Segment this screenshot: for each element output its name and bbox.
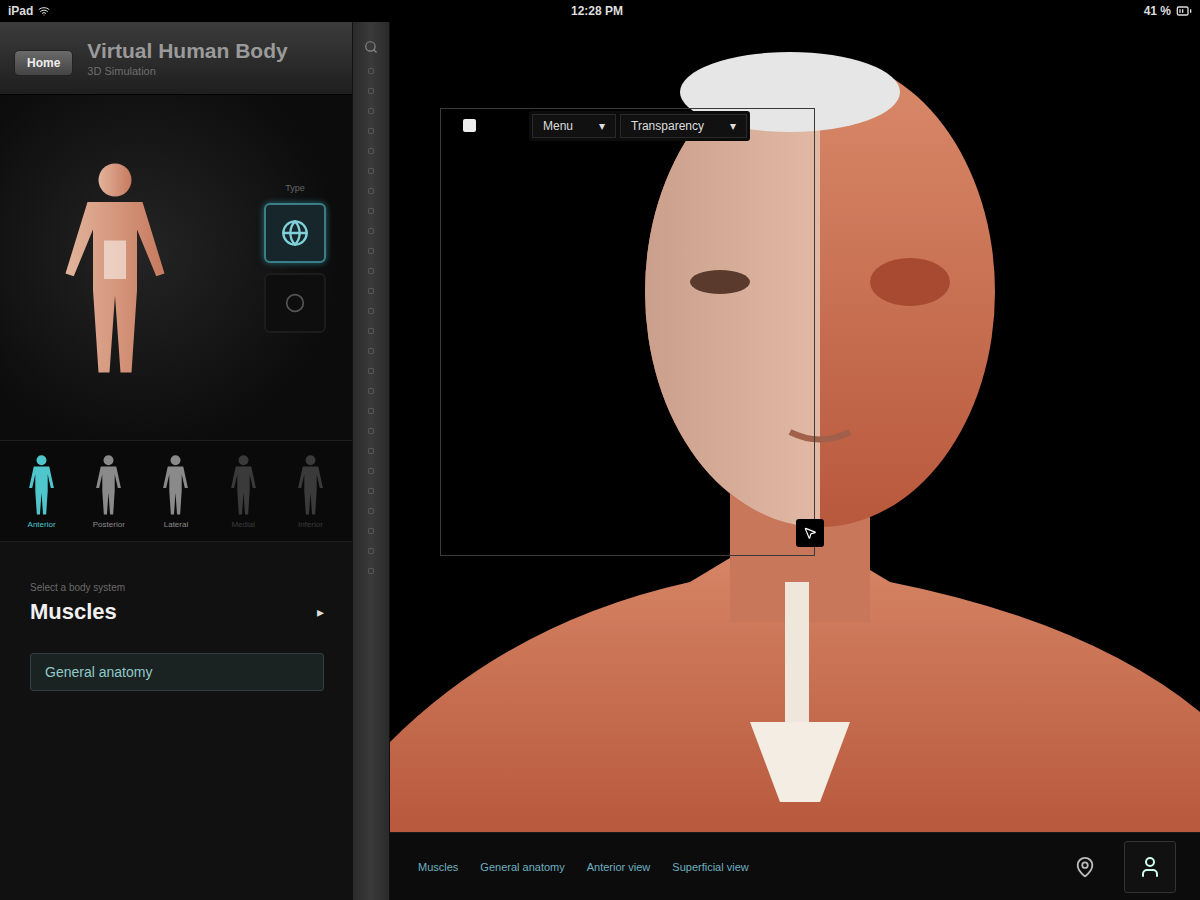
scrubber-tick [368,128,374,134]
side-panel: Home Virtual Human Body 3D Simulation Type A… [0,22,352,900]
breadcrumb[interactable]: Muscles [418,861,458,873]
type-toggle-button[interactable] [264,203,326,263]
view-label: Medial [231,520,255,529]
system-caption: Select a body system [30,582,324,593]
device-name: iPad [8,4,33,18]
breadcrumb[interactable]: Superficial view [672,861,748,873]
figure-icon [93,454,124,516]
view-label: Posterior [93,520,125,529]
scrubber-tick [368,348,374,354]
profile-button[interactable] [1124,841,1176,893]
breadcrumb[interactable]: Anterior view [587,861,651,873]
battery-icon [1176,3,1192,19]
scrubber-tick [368,328,374,334]
overlay-menu-bar: Menu▾Transparency▾ [529,111,750,141]
scrubber-tick [368,468,374,474]
anatomy-viewport[interactable]: Menu▾Transparency▾ [390,22,1200,832]
scrubber-tick [368,368,374,374]
view-item[interactable]: Posterior [75,454,142,529]
close-button[interactable] [463,119,476,132]
scrubber-tick [368,408,374,414]
scrubber-tick [368,228,374,234]
overlay-menu-button[interactable]: Transparency▾ [620,114,747,138]
system-value: Muscles [30,599,117,625]
view-selector: Anterior Posterior Lateral Medial Inferior [0,440,352,542]
figure-preview: Type [0,95,352,440]
scrubber-tick [368,308,374,314]
person-icon [1138,855,1162,879]
pointer-icon [803,526,817,540]
scrubber-tick [368,428,374,434]
scrubber-tick [368,248,374,254]
arrow-icon: ▸ [317,604,324,620]
wifi-icon [38,5,50,17]
pin-icon [1074,856,1096,878]
scrubber-tick [368,208,374,214]
body-figure-icon[interactable] [60,153,170,383]
transparency-window[interactable]: Menu▾Transparency▾ [440,108,815,556]
home-button[interactable]: Home [14,50,73,76]
scrubber-tick [368,268,374,274]
figure-icon [228,454,259,516]
scrubber-tick [368,388,374,394]
view-item[interactable]: Lateral [142,454,209,529]
header: Home Virtual Human Body 3D Simulation [0,22,352,95]
app-subtitle: 3D Simulation [87,65,287,77]
scrubber-tick [368,568,374,574]
clock: 12:28 PM [571,4,623,18]
type-toggle-button[interactable] [264,273,326,333]
scrubber-tick [368,168,374,174]
figure-icon [26,454,57,516]
scrubber-tick [368,148,374,154]
category-button[interactable]: General anatomy [30,653,324,691]
scrubber-tick [368,68,374,74]
overlay-menu-button[interactable]: Menu▾ [532,114,616,138]
scrubber-tick [368,188,374,194]
globe-icon [281,219,309,247]
scrubber-tick [368,548,374,554]
scrubber-tick [368,288,374,294]
search-icon[interactable] [364,40,378,54]
status-bar: iPad 12:28 PM 41 % [0,0,1200,22]
scrubber-tick [368,108,374,114]
view-item[interactable]: Medial [210,454,277,529]
pin-button[interactable] [1068,855,1102,879]
scrubber-tick [368,528,374,534]
anatomy-model-icon [390,22,1200,832]
system-selector[interactable]: Muscles ▸ [30,599,324,625]
app: iPad 12:28 PM 41 % Home Virtual Human Body 3D… [0,0,1200,900]
view-item[interactable]: Anterior [8,454,75,529]
dropdown-arrow-icon: ▾ [730,119,736,133]
scrubber-tick [368,508,374,514]
type-label: Type [285,183,305,193]
resize-handle[interactable] [796,519,824,547]
breadcrumb-bar: Muscles General anatomy Anterior view Super… [390,832,1200,900]
view-label: Inferior [298,520,323,529]
layer-scrubber[interactable] [352,22,390,900]
scrubber-tick [368,448,374,454]
scrubber-tick [368,88,374,94]
circle-icon [285,293,305,313]
view-item[interactable]: Inferior [277,454,344,529]
system-section: Select a body system Muscles ▸ General anat… [0,542,352,900]
scrubber-tick [368,488,374,494]
battery-level: 41 % [1144,4,1171,18]
view-label: Anterior [28,520,56,529]
app-title: Virtual Human Body [87,39,287,63]
figure-icon [160,454,191,516]
breadcrumb[interactable]: General anatomy [480,861,564,873]
view-label: Lateral [164,520,188,529]
figure-icon [295,454,326,516]
dropdown-arrow-icon: ▾ [599,119,605,133]
